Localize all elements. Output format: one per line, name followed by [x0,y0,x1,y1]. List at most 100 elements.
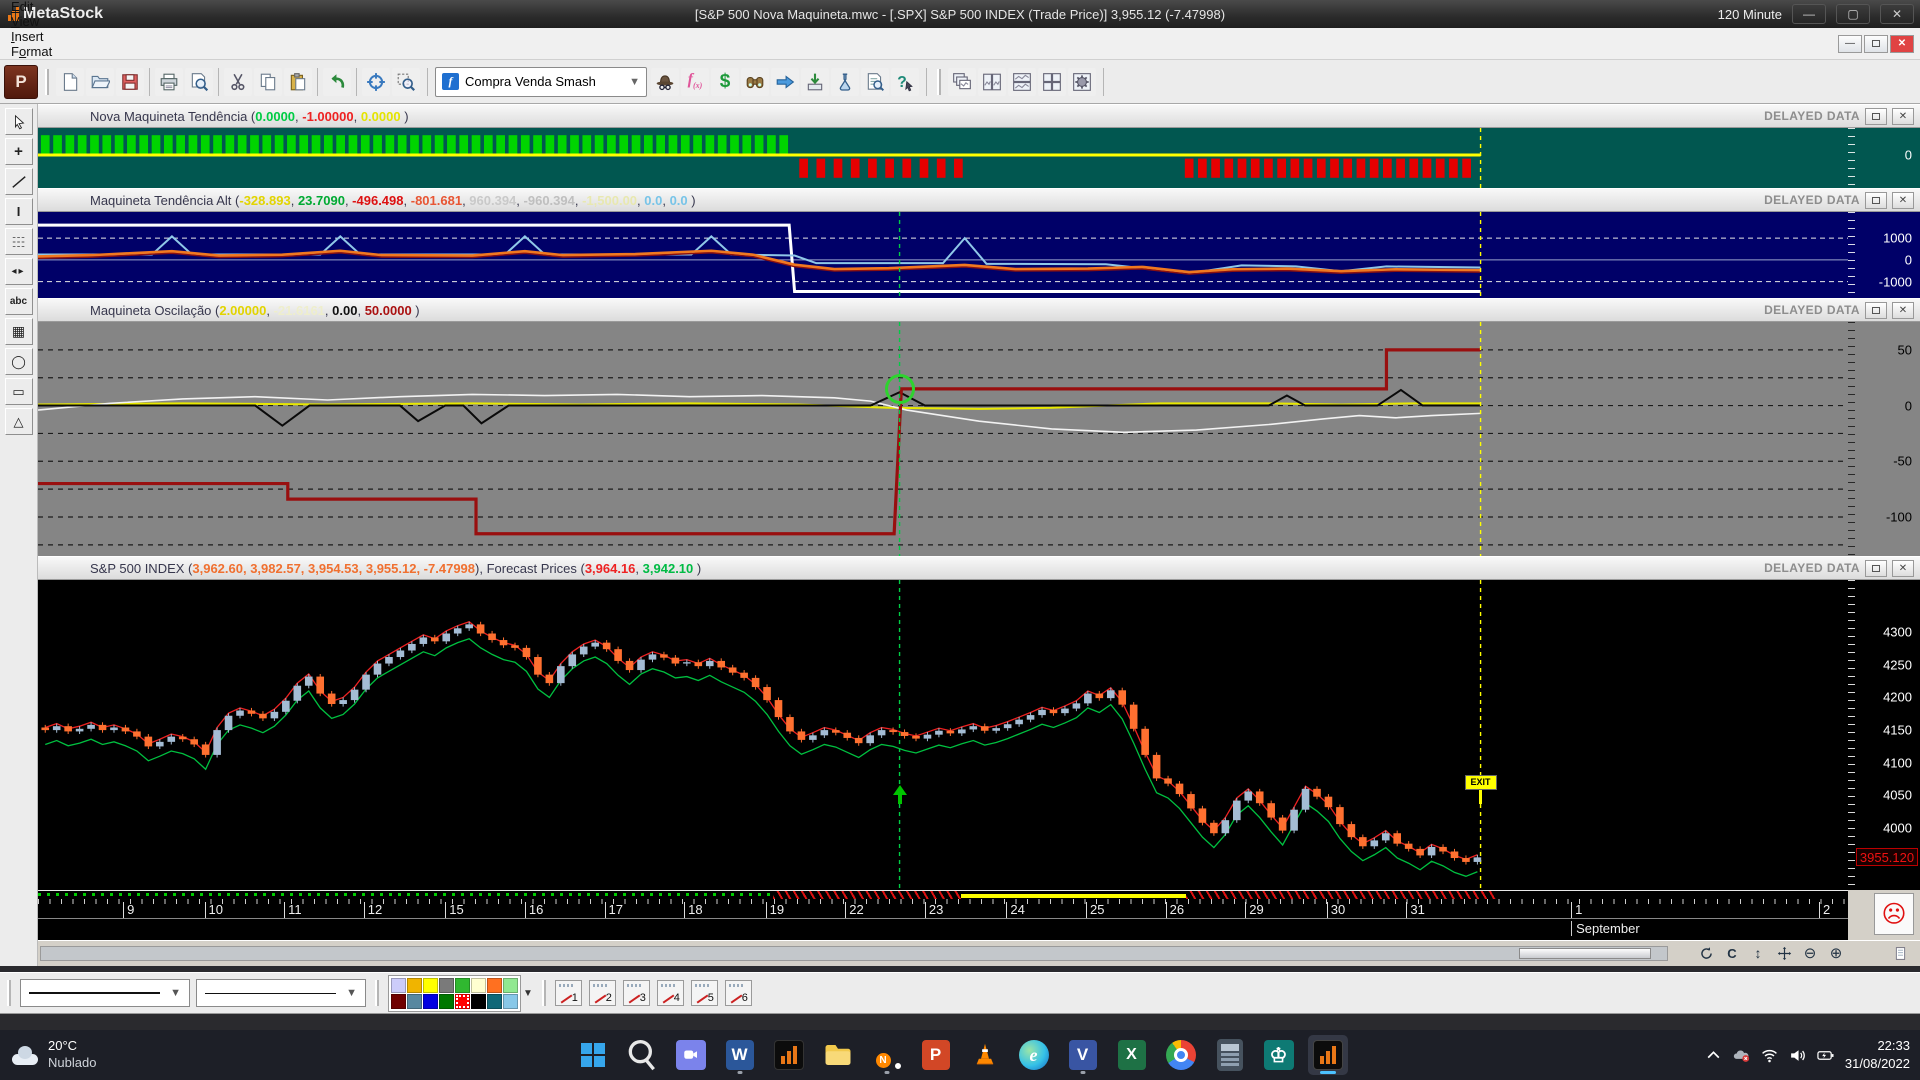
updown-icon[interactable]: ↕ [1746,943,1770,963]
panel-close-button[interactable]: ✕ [1892,108,1914,125]
open-icon[interactable] [86,68,114,96]
frown-warning-icon[interactable]: ☹ [1874,893,1914,935]
color-swatch[interactable] [423,978,438,993]
line-style-combobox[interactable]: ▼ [20,979,190,1007]
trendline-preset-button-6[interactable]: 6 [725,980,752,1006]
zoomarea-icon[interactable] [392,68,420,96]
taskbar-excel-icon[interactable]: X [1112,1035,1152,1075]
target-icon[interactable] [362,68,390,96]
panel-header-tendencia[interactable]: Nova Maquineta Tendência (0.0000, -1.000… [38,104,1920,128]
trendline-preset-button-3[interactable]: 3 [623,980,650,1006]
taskbar-search-icon[interactable] [622,1035,662,1075]
palette-dropdown-icon[interactable]: ▼ [523,988,533,999]
ellipse-tool[interactable]: ◯ [5,348,33,375]
tileh-icon[interactable] [1008,68,1036,96]
panel-header-oscilacao[interactable]: Maquineta Oscilação (2.00000, -21.6161, … [38,298,1920,322]
taskbar-folder-icon[interactable] [818,1035,858,1075]
menu-edit[interactable]: Edit [0,0,68,14]
panel-restore-button[interactable] [1865,560,1887,577]
color-swatch[interactable] [455,994,470,1009]
color-swatch[interactable] [391,978,406,993]
color-swatch[interactable] [471,978,486,993]
crosshair-tool[interactable]: + [5,138,33,165]
color-swatch[interactable] [407,994,422,1009]
color-swatch[interactable] [503,978,518,993]
taskbar-calc-icon[interactable] [1210,1035,1250,1075]
tendencia-scale[interactable]: 0 [1848,128,1920,188]
downloader-icon[interactable] [801,68,829,96]
tray-wifi-icon[interactable] [1761,1046,1779,1064]
color-swatch[interactable] [487,978,502,993]
gearchart-icon[interactable] [1068,68,1096,96]
horizontal-scrollbar[interactable] [40,946,1668,961]
grid-tool[interactable]: ▦ [5,318,33,345]
fib-tool[interactable] [5,228,33,255]
taskbar-chrome2-icon[interactable] [1161,1035,1201,1075]
scrollbar-thumb[interactable] [1519,948,1651,959]
pageico-icon[interactable] [1888,943,1912,963]
toolbar-grip[interactable] [45,69,49,95]
binoc-icon[interactable] [741,68,769,96]
zout-icon[interactable]: ⊖ [1798,943,1822,963]
taskbar-mstockactive-icon[interactable] [1308,1035,1348,1075]
panel-header-tendencia-alt[interactable]: Maquineta Tendência Alt (-328.893, 23.70… [38,188,1920,212]
menu-view[interactable]: View [0,14,68,29]
color-swatch[interactable] [503,994,518,1009]
taskbar-chat-icon[interactable] [671,1035,711,1075]
price-plot[interactable]: EXIT [38,580,1848,890]
tray-onedrive-icon[interactable] [1733,1046,1751,1064]
taskbar-ppt-icon[interactable]: P [916,1035,956,1075]
mdi-close-button[interactable]: ✕ [1890,35,1914,53]
expert-icon[interactable] [651,68,679,96]
refresh-icon[interactable] [1694,943,1718,963]
abc-tool[interactable]: abc [5,288,33,315]
style-toolbar-grip[interactable] [7,980,11,1006]
mdi-restore-button[interactable] [1864,35,1888,53]
line-weight-combobox[interactable]: ▼ [196,979,366,1007]
color-swatch[interactable] [471,994,486,1009]
trendline-preset-button-1[interactable]: 1 [555,980,582,1006]
panel-close-button[interactable]: ✕ [1892,302,1914,319]
trendline-preset-button-4[interactable]: 4 [657,980,684,1006]
panel-close-button[interactable]: ✕ [1892,560,1914,577]
panel-close-button[interactable]: ✕ [1892,192,1914,209]
trendline-preset-button-5[interactable]: 5 [691,980,718,1006]
tendencia-alt-scale[interactable]: 10000-1000 [1848,212,1920,298]
report-icon[interactable] [861,68,889,96]
power-console-button[interactable]: P [4,65,38,99]
dollar-icon[interactable]: $ [711,68,739,96]
help-icon[interactable]: ? [891,68,919,96]
taskbar-chrome-icon[interactable]: N [867,1035,907,1075]
taskbar-chess-icon[interactable]: ♔ [1259,1035,1299,1075]
maximize-button[interactable]: ▢ [1836,4,1870,24]
taskbar-word-icon[interactable]: W [720,1035,760,1075]
fx-icon[interactable]: f(x) [681,68,709,96]
cut-icon[interactable] [224,68,252,96]
tendencia-alt-plot[interactable] [38,212,1848,298]
mdi-minimize-button[interactable]: — [1838,35,1862,53]
color-swatch[interactable] [423,994,438,1009]
tilev-icon[interactable] [978,68,1006,96]
oscilacao-scale[interactable]: 500-50-100 [1848,322,1920,556]
panel-restore-button[interactable] [1865,108,1887,125]
panel-restore-button[interactable] [1865,192,1887,209]
panel-header-price[interactable]: S&P 500 INDEX (3,962.60, 3,982.57, 3,954… [38,556,1920,580]
oscilacao-plot[interactable] [38,322,1848,556]
rect-tool[interactable]: ▭ [5,378,33,405]
taskbar-edge-icon[interactable]: e [1014,1035,1054,1075]
close-button[interactable]: ✕ [1880,4,1914,24]
cascade-icon[interactable] [948,68,976,96]
panel-restore-button[interactable] [1865,302,1887,319]
trend-buttons-grip[interactable] [542,980,546,1006]
taskbar-visio-icon[interactable]: V [1063,1035,1103,1075]
minimize-button[interactable]: — [1792,4,1826,24]
pointer-tool[interactable] [5,108,33,135]
tray-chev-icon[interactable] [1705,1046,1723,1064]
vline-tool[interactable]: I [5,198,33,225]
taskbar-vlc-icon[interactable] [965,1035,1005,1075]
palette-grip[interactable] [375,980,379,1006]
trendline-tool[interactable] [5,168,33,195]
copy-icon[interactable] [254,68,282,96]
undo-icon[interactable] [323,68,351,96]
color-swatch[interactable] [439,994,454,1009]
